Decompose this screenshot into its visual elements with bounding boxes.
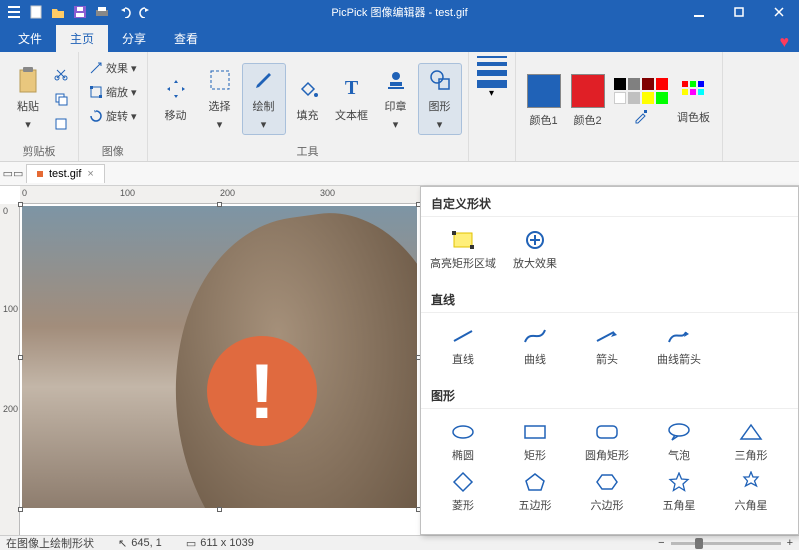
color2-button[interactable]: 颜色2: [566, 65, 610, 137]
zoom-in-button[interactable]: +: [787, 537, 793, 549]
shape-ellipse[interactable]: 椭圆: [427, 417, 499, 467]
document-tabs: ▭▭ test.gif ×: [0, 162, 799, 186]
open-icon[interactable]: [48, 2, 68, 22]
line-weight-button[interactable]: [475, 56, 509, 88]
print-icon[interactable]: [92, 2, 112, 22]
palette-button[interactable]: 调色板: [672, 65, 716, 137]
draw-tool[interactable]: 绘制▾: [242, 63, 286, 135]
zoom-control: − +: [658, 537, 793, 549]
save-icon[interactable]: [70, 2, 90, 22]
group-image: 效果 ▾ 缩放 ▾ 旋转 ▾ 图像: [79, 52, 148, 161]
shape-triangle[interactable]: 三角形: [715, 417, 787, 467]
group-clipboard: 粘贴 ▾ 剪贴板: [0, 52, 79, 161]
minimize-button[interactable]: [679, 0, 719, 24]
undo-icon[interactable]: [114, 2, 134, 22]
paste-button[interactable]: 粘贴 ▾: [6, 63, 50, 135]
eyedropper-icon[interactable]: [633, 108, 649, 124]
copy-button[interactable]: [50, 87, 72, 111]
shape-pentagon[interactable]: 五边形: [499, 467, 571, 517]
text-tool[interactable]: T文本框: [330, 63, 374, 135]
chevron-down-icon: ▾: [25, 118, 31, 131]
paste-label: 粘贴: [17, 98, 39, 114]
shape-line[interactable]: 直线: [427, 321, 499, 371]
shape-star5[interactable]: 五角星: [643, 467, 715, 517]
titlebar: PicPick 图像编辑器 - test.gif: [0, 0, 799, 24]
section-shapes: 图形: [421, 379, 798, 409]
statusbar: 在图像上绘制形状 ↖ 645, 1 ▭ 611 x 1039 − +: [0, 535, 799, 550]
tab-share[interactable]: 分享: [108, 25, 160, 52]
shape-rect[interactable]: 矩形: [499, 417, 571, 467]
ruler-vertical: 0 100 200: [0, 204, 20, 535]
shape-curve[interactable]: 曲线: [499, 321, 571, 371]
shape-tool[interactable]: 图形▾: [418, 63, 462, 135]
ribbon-tabs: 文件 主页 分享 查看 ♥: [0, 24, 799, 52]
fill-tool[interactable]: 填充: [286, 63, 330, 135]
document-name: test.gif: [49, 168, 81, 180]
redo-icon[interactable]: [136, 2, 156, 22]
move-tool[interactable]: 移动: [154, 63, 198, 135]
shape-round-rect[interactable]: 圆角矩形: [571, 417, 643, 467]
group-label-tools: 工具: [297, 141, 319, 159]
ribbon: 粘贴 ▾ 剪贴板 效果 ▾ 缩放 ▾ 旋转 ▾ 图像 移动 选择▾ 绘制▾ 填充…: [0, 52, 799, 162]
section-custom-shapes: 自定义形状: [421, 187, 798, 217]
section-lines: 直线: [421, 283, 798, 313]
heart-icon[interactable]: ♥: [780, 34, 799, 52]
group-colors: 颜色1 颜色2 调色板: [516, 52, 723, 161]
cursor-icon: ↖: [118, 537, 127, 550]
shape-popup: 自定义形状 高亮矩形区域 放大效果 直线 直线 曲线 箭头 曲线箭头 图形 椭圆…: [420, 186, 799, 535]
shape-curve-arrow[interactable]: 曲线箭头: [643, 321, 715, 371]
group-line: ▾: [469, 52, 516, 161]
group-label-clipboard: 剪贴板: [23, 141, 56, 159]
close-tab-icon[interactable]: ×: [87, 168, 93, 180]
shape-diamond[interactable]: 菱形: [427, 467, 499, 517]
status-hint: 在图像上绘制形状: [6, 535, 94, 550]
rotate-button[interactable]: 旋转 ▾: [85, 104, 141, 128]
exclamation-stamp: [207, 336, 317, 446]
copy-all-button[interactable]: [50, 112, 72, 136]
cut-button[interactable]: [50, 62, 72, 86]
shape-arrow[interactable]: 箭头: [571, 321, 643, 371]
zoom-out-button[interactable]: −: [658, 537, 664, 549]
shape-highlight-rect[interactable]: 高亮矩形区域: [427, 225, 499, 275]
close-button[interactable]: [759, 0, 799, 24]
color-swatches[interactable]: [614, 78, 668, 104]
shape-bubble[interactable]: 气泡: [643, 417, 715, 467]
effects-button[interactable]: 效果 ▾: [85, 56, 141, 80]
color1-button[interactable]: 颜色1: [522, 65, 566, 137]
canvas[interactable]: [22, 206, 417, 508]
shape-magnify[interactable]: 放大效果: [499, 225, 571, 275]
select-tool[interactable]: 选择▾: [198, 63, 242, 135]
shape-hexagon[interactable]: 六边形: [571, 467, 643, 517]
group-label-image: 图像: [102, 141, 124, 159]
tab-view[interactable]: 查看: [160, 25, 212, 52]
qat-menu-icon[interactable]: [4, 2, 24, 22]
image-size: 611 x 1039: [200, 537, 254, 549]
tab-file[interactable]: 文件: [4, 25, 56, 52]
tab-home[interactable]: 主页: [56, 25, 108, 52]
thumbnail-toggle[interactable]: ▭▭: [0, 167, 26, 180]
stamp-tool[interactable]: 印章▾: [374, 63, 418, 135]
new-icon[interactable]: [26, 2, 46, 22]
modified-indicator: [37, 171, 43, 177]
maximize-button[interactable]: [719, 0, 759, 24]
group-tools: 移动 选择▾ 绘制▾ 填充 T文本框 印章▾ 图形▾ 工具: [148, 52, 469, 161]
cursor-position: 645, 1: [131, 537, 162, 549]
size-icon: ▭: [186, 537, 196, 550]
chevron-down-icon: ▾: [489, 88, 494, 99]
document-tab[interactable]: test.gif ×: [26, 164, 105, 183]
shape-star6[interactable]: 六角星: [715, 467, 787, 517]
workspace: 0 100 200 300 0 100 200 自定义形状 高亮矩形区域 放大效…: [0, 186, 799, 535]
zoom-slider[interactable]: [671, 542, 781, 545]
resize-button[interactable]: 缩放 ▾: [85, 80, 141, 104]
